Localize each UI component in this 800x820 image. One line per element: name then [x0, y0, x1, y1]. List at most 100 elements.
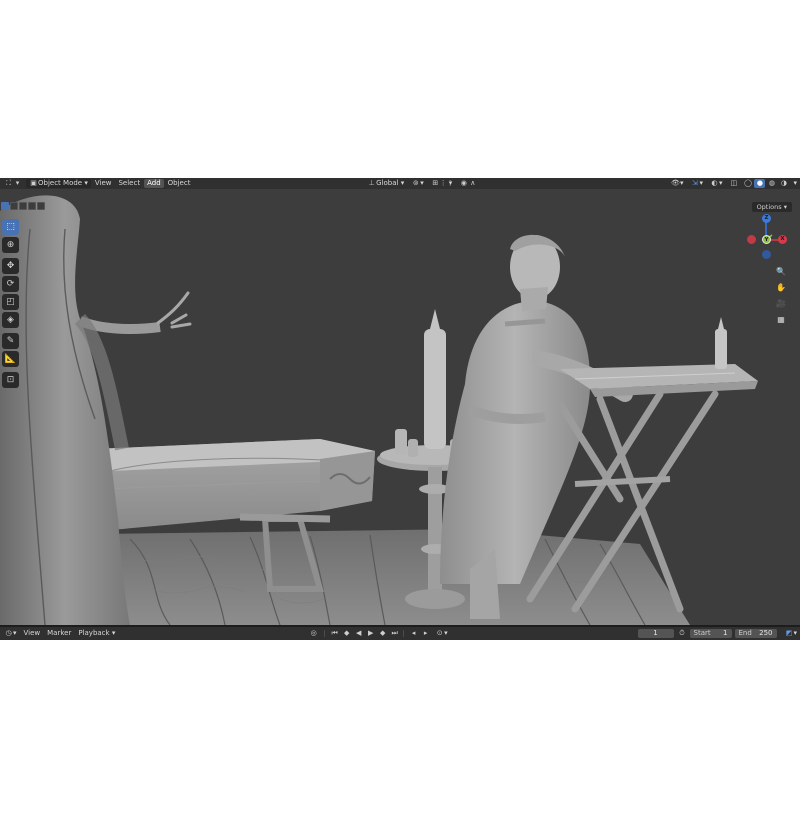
tool-measure[interactable]: 📐 [2, 351, 19, 367]
chevron-down-icon: ▾ [679, 179, 684, 187]
jump-start-button[interactable]: ⏮ [329, 629, 340, 638]
tool-select-box[interactable]: ⬚ [2, 219, 19, 235]
timeline-menu-marker[interactable]: Marker [44, 629, 74, 638]
timeline-menu-playback[interactable]: Playback ▾ [75, 629, 118, 638]
start-frame-field[interactable]: Start 1 [689, 629, 732, 638]
end-label: End [738, 629, 752, 637]
scene-render [0, 195, 758, 625]
timeline-view-options[interactable]: ◩▾ [782, 629, 800, 638]
axis-z-negative[interactable] [762, 250, 771, 259]
play-reverse-button[interactable]: ◀ [353, 629, 364, 638]
xray-icon: ◫ [730, 179, 738, 187]
start-value: 1 [723, 629, 728, 637]
editor-type-button[interactable]: ⛶ ▾ [1, 179, 25, 188]
mode-label: Object Mode [38, 179, 83, 187]
auto-keying-toggle[interactable]: ◎ [306, 629, 321, 638]
select-mode-subtract[interactable] [19, 201, 27, 210]
tool-shelf: ⬚ ⊕ ✥ ⟳ ◰ ◈ ✎ 📐 ⊡ [1, 219, 20, 390]
jump-start-icon: ⏮ [331, 629, 338, 637]
snap-target-icon: ⋮⋮ [439, 179, 454, 187]
stopwatch-icon: ⏱ [679, 629, 685, 637]
options-label: Options [756, 203, 782, 211]
select-mode-extend[interactable] [10, 201, 18, 210]
tool-add-cube[interactable]: ⊡ [2, 372, 19, 388]
play-icon: ▶ [367, 629, 374, 637]
proportional-edit-toggle[interactable]: ◉ ∧ [456, 179, 480, 188]
camera-icon: 🎥 [776, 298, 786, 308]
rendered-icon: ◑ [780, 179, 788, 187]
shading-rendered[interactable]: ◑ [778, 179, 789, 188]
menu-select[interactable]: Select [115, 179, 143, 188]
move-icon: ✥ [6, 261, 15, 271]
orientation-label: Global [376, 179, 399, 187]
chevron-down-icon: ▾ [15, 179, 20, 187]
chevron-down-icon: ▾ [420, 179, 424, 187]
pivot-point-dropdown[interactable]: ⊚ ▾ [408, 179, 427, 188]
timeline-header: ◷▾ View Marker Playback ▾ ◎ ⏮ ◆ ◀ ▶ ◆ ⏭ … [0, 627, 800, 640]
transform-icon: ◈ [7, 315, 14, 325]
visibility-dropdown[interactable]: 👁▾ [668, 179, 687, 188]
pan-button[interactable]: ✋ [774, 280, 788, 294]
viewport-navigation: 🔍 ✋ 🎥 ▦ [774, 264, 788, 328]
falloff-icon: ∧ [470, 179, 476, 187]
3d-viewport[interactable]: Options ▾ ⬚ ⊕ ✥ ⟳ ◰ ◈ ✎ 📐 ⊡ Z X Y 🔍 ✋ 🎥 … [0, 189, 800, 625]
tool-transform[interactable]: ◈ [2, 312, 19, 328]
select-mode-difference[interactable] [28, 201, 36, 210]
chevron-down-icon: ▾ [718, 179, 723, 187]
perspective-toggle[interactable]: ▦ [774, 312, 788, 326]
menu-add[interactable]: Add [144, 179, 164, 188]
keyframe-right-icon: ▸ [423, 629, 428, 637]
pivot-icon: ⊚ [412, 179, 419, 187]
select-mode-new[interactable] [1, 201, 9, 210]
axis-x-positive[interactable]: X [778, 235, 787, 244]
end-frame-field[interactable]: End 250 [734, 629, 777, 638]
preview-range-toggle[interactable]: ⏱ [675, 629, 690, 638]
camera-view-button[interactable]: 🎥 [774, 296, 788, 310]
chevron-down-icon: ▾ [111, 629, 116, 637]
current-frame-field[interactable]: 1 [637, 629, 674, 638]
navigation-gizmo[interactable]: Z X Y [744, 211, 792, 259]
jump-end-button[interactable]: ⏭ [389, 629, 400, 638]
tool-rotate[interactable]: ⟳ [2, 276, 19, 292]
rotate-icon: ⟳ [6, 279, 15, 289]
add-cube-icon: ⊡ [6, 375, 15, 385]
transform-orientation-dropdown[interactable]: ⊥Global ▾ [364, 179, 407, 188]
play-button[interactable]: ▶ [365, 629, 376, 638]
gizmo-toggle[interactable]: ⇲ ▾ [687, 179, 706, 188]
timeline-menu-view[interactable]: View [21, 629, 44, 638]
tool-scale[interactable]: ◰ [2, 294, 19, 310]
menu-object[interactable]: Object [165, 179, 194, 188]
playback-label: Playback [78, 629, 110, 637]
overlays-toggle[interactable]: ◐▾ [707, 179, 726, 188]
shading-dropdown[interactable]: ▾ [790, 179, 800, 188]
selection-mode-row [0, 200, 45, 211]
object-mode-icon: ▣ [30, 179, 37, 187]
prev-keyframe-button[interactable]: ◆ [341, 629, 352, 638]
clock-icon: ◷ [5, 629, 12, 637]
timeline-editor-type[interactable]: ◷▾ [1, 629, 20, 638]
shading-wireframe[interactable]: ◯ [742, 179, 753, 188]
tool-move[interactable]: ✥ [2, 258, 19, 274]
snap-toggle[interactable]: ⊞ ⋮⋮▾ [428, 179, 456, 188]
shading-solid[interactable]: ● [754, 179, 766, 188]
chevron-down-icon: ▾ [783, 203, 787, 211]
axis-z-positive[interactable]: Z [762, 214, 771, 223]
tool-cursor[interactable]: ⊕ [2, 237, 19, 253]
snap-icon: ⊞ [432, 179, 439, 187]
zoom-button[interactable]: 🔍 [774, 264, 788, 278]
shading-material[interactable]: ◍ [766, 179, 777, 188]
keying-set-next[interactable]: ▸ [420, 629, 431, 638]
mode-dropdown[interactable]: ▣Object Mode ▾ [26, 179, 91, 188]
chevron-down-icon: ▾ [699, 179, 703, 187]
keying-set-prev[interactable]: ◂ [408, 629, 419, 638]
axis-x-negative[interactable] [747, 235, 756, 244]
tool-annotate[interactable]: ✎ [2, 333, 19, 349]
chevron-down-icon: ▾ [84, 179, 88, 187]
menu-view[interactable]: View [92, 179, 115, 188]
keying-dropdown[interactable]: ⊙ ▾ [432, 629, 451, 638]
xray-toggle[interactable]: ◫ [726, 179, 741, 188]
zoom-icon: 🔍 [776, 266, 786, 276]
next-keyframe-button[interactable]: ◆ [377, 629, 388, 638]
axis-y-positive[interactable]: Y [762, 235, 771, 244]
select-mode-intersect[interactable] [37, 201, 45, 210]
